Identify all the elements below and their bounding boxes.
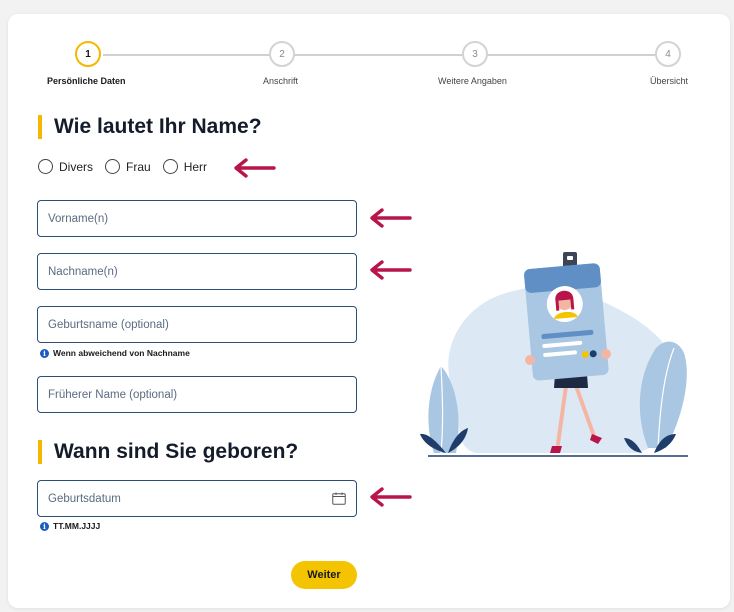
- salutation-radio-group: Divers Frau Herr: [38, 159, 207, 174]
- radio-label: Divers: [59, 159, 94, 174]
- step-3-circle[interactable]: 3: [462, 41, 488, 67]
- step-1-circle[interactable]: 1: [75, 41, 101, 67]
- birth-name-input[interactable]: [48, 318, 346, 331]
- step-4-circle[interactable]: 4: [655, 41, 681, 67]
- info-icon: i: [40, 348, 49, 358]
- radio-divers[interactable]: Divers: [38, 159, 93, 174]
- step-1-label: Persönliche Daten: [47, 76, 126, 86]
- info-icon: i: [40, 521, 49, 531]
- birth-section-title: Wann sind Sie geboren?: [38, 440, 298, 464]
- birthdate-hint: i TT.MM.JJJJ: [40, 521, 100, 531]
- arrow-left-icon: [370, 260, 412, 280]
- birthdate-field[interactable]: [37, 480, 357, 517]
- id-badge-illustration: [420, 252, 688, 457]
- last-name-field[interactable]: [37, 253, 357, 290]
- step-2-label: Anschrift: [263, 76, 299, 86]
- arrow-left-icon: [370, 487, 412, 507]
- birth-name-hint-text: Wenn abweichend von Nachname: [53, 348, 190, 358]
- birthdate-hint-text: TT.MM.JJJJ: [53, 521, 101, 531]
- last-name-input[interactable]: [48, 265, 346, 278]
- progress-stepper: 1 2 3 4 Persönliche Daten Anschrift Weit…: [0, 0, 734, 100]
- birth-name-hint: i Wenn abweichend von Nachname: [40, 348, 190, 358]
- calendar-icon[interactable]: [332, 492, 346, 505]
- arrow-left-icon: [234, 158, 276, 178]
- birthdate-input[interactable]: [48, 492, 332, 505]
- stepper-line: [103, 54, 681, 56]
- radio-circle[interactable]: [162, 159, 178, 174]
- radio-circle[interactable]: [38, 159, 53, 174]
- radio-herr[interactable]: Herr: [162, 159, 208, 174]
- step-2-circle[interactable]: 2: [269, 41, 295, 67]
- radio-circle[interactable]: [105, 159, 121, 174]
- arrow-left-icon: [370, 208, 412, 228]
- step-3-label: Weitere Angaben: [438, 76, 507, 86]
- next-button[interactable]: Weiter: [291, 561, 357, 589]
- first-name-field[interactable]: [37, 200, 357, 237]
- radio-label: Herr: [183, 159, 208, 174]
- former-name-input[interactable]: [48, 388, 346, 401]
- radio-label: Frau: [126, 159, 151, 174]
- step-4-label: Übersicht: [650, 76, 689, 86]
- birth-name-field[interactable]: [37, 306, 357, 343]
- name-section-title: Wie lautet Ihr Name?: [38, 115, 262, 139]
- radio-frau[interactable]: Frau: [105, 159, 151, 174]
- first-name-input[interactable]: [48, 212, 346, 225]
- former-name-field[interactable]: [37, 376, 357, 413]
